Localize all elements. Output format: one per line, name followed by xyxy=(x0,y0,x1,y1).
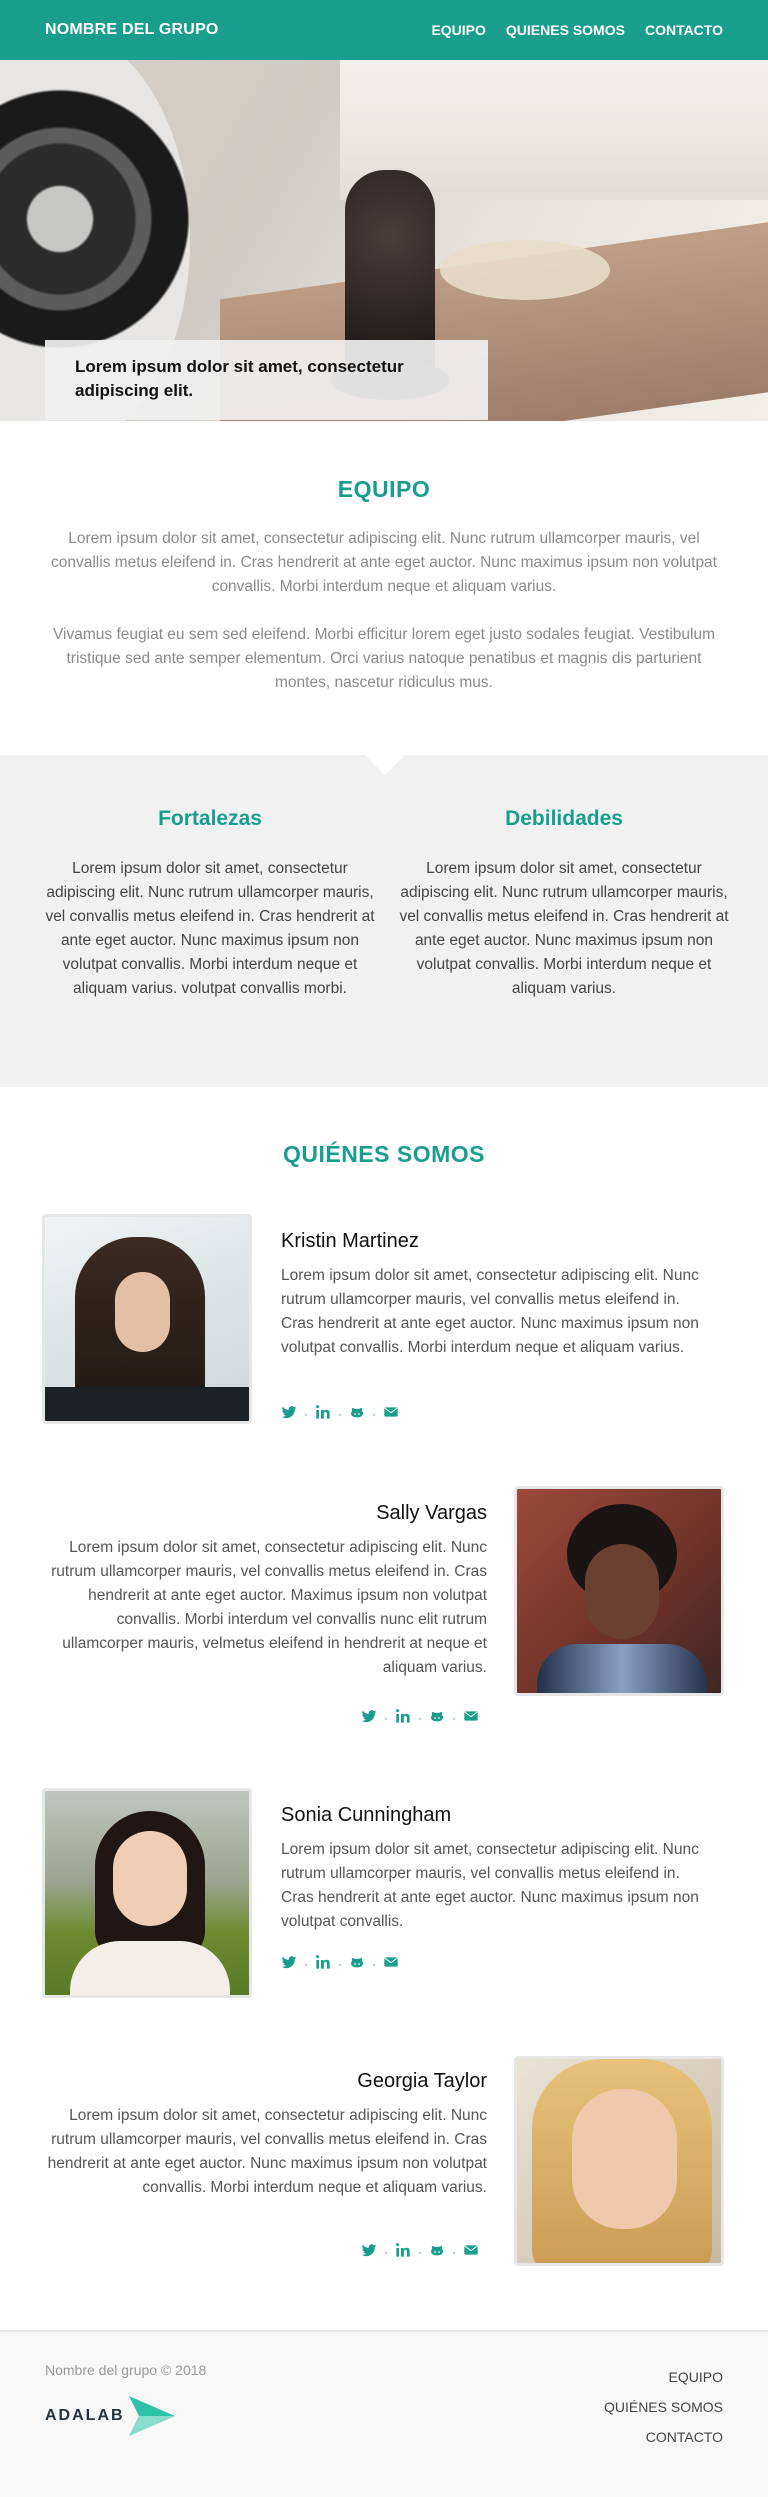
member-card: Sally Vargas Lorem ipsum dolor sit amet,… xyxy=(0,1486,768,1725)
member-bio: Lorem ipsum dolor sit amet, consectetur … xyxy=(281,1267,699,1356)
member-name: Georgia Taylor xyxy=(357,2070,487,2092)
envelope-icon[interactable] xyxy=(463,2242,479,2262)
portrait-face xyxy=(115,1272,170,1352)
envelope-icon[interactable] xyxy=(383,1954,399,1974)
main-nav: EQUIPO QUIENES SOMOS CONTACTO xyxy=(431,22,723,38)
member-social-links: · · · xyxy=(361,1708,479,1728)
linkedin-icon[interactable] xyxy=(395,2242,411,2262)
member-photo xyxy=(42,1788,252,1998)
member-social-links: · · · xyxy=(361,2242,479,2262)
section-notch xyxy=(365,755,405,775)
member-card: Sonia Cunningham Lorem ipsum dolor sit a… xyxy=(0,1788,768,2008)
github-icon[interactable] xyxy=(429,1708,445,1728)
separator-dot: · xyxy=(372,1407,376,1421)
member-social-links: · · · xyxy=(281,1404,399,1424)
weaknesses-title: Debilidades xyxy=(505,807,623,830)
envelope-icon[interactable] xyxy=(463,1708,479,1728)
twitter-icon[interactable] xyxy=(281,1404,297,1424)
strengths-weaknesses-section: Fortalezas Lorem ipsum dolor sit amet, c… xyxy=(0,755,768,1087)
strengths-title: Fortalezas xyxy=(158,807,262,830)
hero-caption-box: Lorem ipsum dolor sit amet, consectetur … xyxy=(45,340,488,420)
brand-name[interactable]: NOMBRE DEL GRUPO xyxy=(45,21,219,39)
separator-dot: · xyxy=(452,1711,456,1725)
nav-link-contacto[interactable]: CONTACTO xyxy=(645,22,723,38)
logo-text: ADALAB xyxy=(45,2407,125,2424)
separator-dot: · xyxy=(338,1407,342,1421)
github-icon[interactable] xyxy=(429,2242,445,2262)
member-name: Sally Vargas xyxy=(376,1502,487,1524)
separator-dot: · xyxy=(372,1957,376,1971)
member-name: Kristin Martinez xyxy=(281,1230,419,1252)
member-bio: Lorem ipsum dolor sit amet, consectetur … xyxy=(47,2107,487,2196)
quienes-somos-title: QUIÉNES SOMOS xyxy=(282,1141,486,1167)
separator-dot: · xyxy=(452,2245,456,2259)
github-icon[interactable] xyxy=(349,1404,365,1424)
separator-dot: · xyxy=(384,1711,388,1725)
footer-copyright: Nombre del grupo © 2018 xyxy=(45,2362,207,2378)
twitter-icon[interactable] xyxy=(361,1708,377,1728)
separator-dot: · xyxy=(304,1407,308,1421)
equipo-section: EQUIPO Lorem ipsum dolor sit amet, conse… xyxy=(0,421,768,755)
logo-arrow-icon xyxy=(128,2396,175,2436)
footer-link-equipo[interactable]: EQUIPO xyxy=(604,2362,723,2392)
linkedin-icon[interactable] xyxy=(395,1708,411,1728)
portrait-face xyxy=(113,1831,187,1926)
member-photo xyxy=(514,1486,724,1696)
member-card: Kristin Martinez Lorem ipsum dolor sit a… xyxy=(0,1214,768,1434)
nav-link-equipo[interactable]: EQUIPO xyxy=(431,22,485,38)
separator-dot: · xyxy=(418,2245,422,2259)
portrait-shirt xyxy=(537,1644,707,1693)
separator-dot: · xyxy=(304,1957,308,1971)
weaknesses-column: Debilidades Lorem ipsum dolor sit amet, … xyxy=(396,807,732,1001)
separator-dot: · xyxy=(418,1711,422,1725)
envelope-icon[interactable] xyxy=(383,1404,399,1424)
member-name: Sonia Cunningham xyxy=(281,1804,452,1826)
member-bio: Lorem ipsum dolor sit amet, consectetur … xyxy=(281,1841,699,1930)
twitter-icon[interactable] xyxy=(361,2242,377,2262)
weaknesses-text: Lorem ipsum dolor sit amet, consectetur … xyxy=(399,860,729,997)
footer-nav: EQUIPO QUIÉNES SOMOS CONTACTO xyxy=(604,2362,723,2452)
footer-link-quienes-somos[interactable]: QUIÉNES SOMOS xyxy=(604,2392,723,2422)
portrait-shirt xyxy=(70,1941,230,1995)
separator-dot: · xyxy=(338,1957,342,1971)
github-icon[interactable] xyxy=(349,1954,365,1974)
linkedin-icon[interactable] xyxy=(315,1404,331,1424)
portrait-shirt xyxy=(45,1387,249,1421)
top-navbar: NOMBRE DEL GRUPO EQUIPO QUIENES SOMOS CO… xyxy=(0,0,768,60)
equipo-paragraph-1: Lorem ipsum dolor sit amet, consectetur … xyxy=(51,530,717,595)
linkedin-icon[interactable] xyxy=(315,1954,331,1974)
member-photo xyxy=(42,1214,252,1424)
equipo-title: EQUIPO xyxy=(337,476,431,502)
twitter-icon[interactable] xyxy=(281,1954,297,1974)
nav-link-quienes-somos[interactable]: QUIENES SOMOS xyxy=(506,22,625,38)
separator-dot: · xyxy=(384,2245,388,2259)
equipo-paragraph-2: Vivamus feugiat eu sem sed eleifend. Mor… xyxy=(53,626,715,691)
strengths-column: Fortalezas Lorem ipsum dolor sit amet, c… xyxy=(42,807,378,1001)
member-social-links: · · · xyxy=(281,1954,399,1974)
footer-link-contacto[interactable]: CONTACTO xyxy=(604,2422,723,2452)
portrait-face xyxy=(572,2089,677,2229)
portrait-face xyxy=(585,1544,659,1639)
hero-caption-text: Lorem ipsum dolor sit amet, consectetur … xyxy=(75,357,404,400)
site-footer: Nombre del grupo © 2018 ADALAB EQUIPO QU… xyxy=(0,2330,768,2497)
hero-plate xyxy=(440,240,610,300)
member-photo xyxy=(514,2056,724,2266)
member-card: Georgia Taylor Lorem ipsum dolor sit ame… xyxy=(0,2056,768,2276)
strengths-text: Lorem ipsum dolor sit amet, consectetur … xyxy=(45,860,375,997)
adalab-logo[interactable]: ADALAB xyxy=(45,2396,175,2436)
member-bio: Lorem ipsum dolor sit amet, consectetur … xyxy=(51,1539,487,1676)
